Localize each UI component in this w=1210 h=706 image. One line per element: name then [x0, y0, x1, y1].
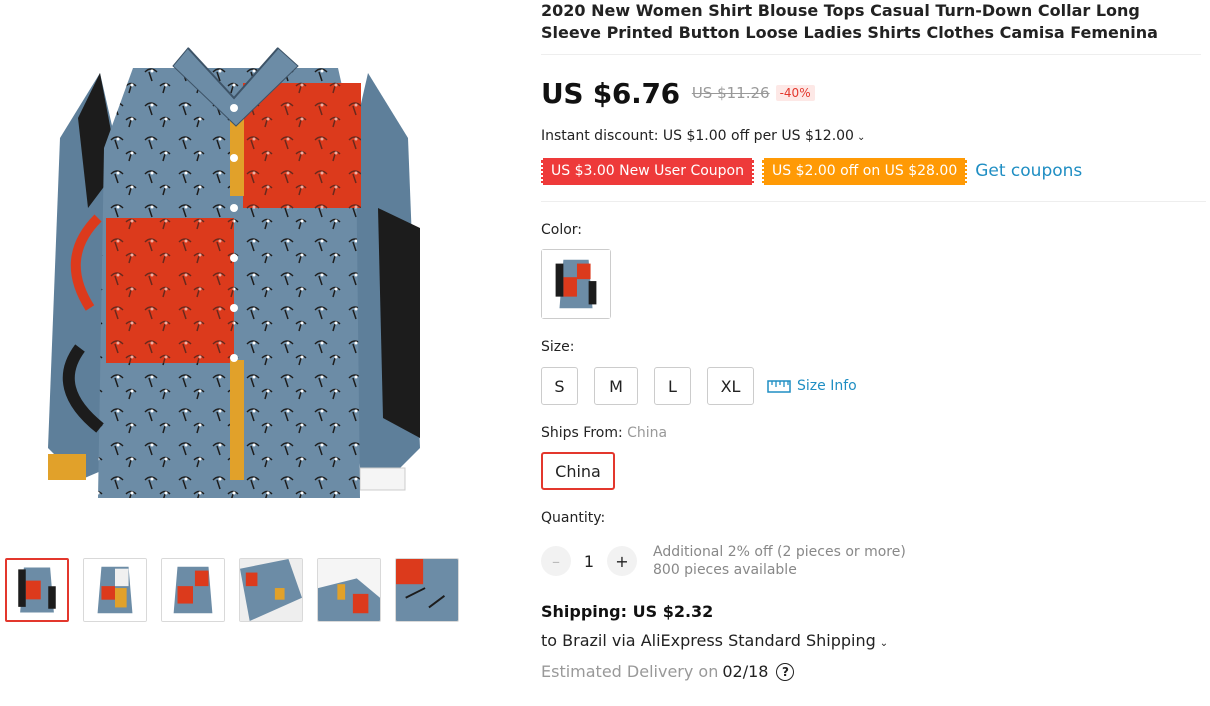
- main-product-image[interactable]: [38, 28, 430, 506]
- instant-discount-text: Instant discount: US $1.00 off per US $1…: [541, 128, 854, 144]
- quantity-value[interactable]: 1: [571, 552, 607, 571]
- current-price: US $6.76: [541, 76, 680, 110]
- get-coupons-link[interactable]: Get coupons: [975, 161, 1082, 181]
- availability-note: 800 pieces available: [653, 562, 797, 578]
- divider: [541, 54, 1201, 55]
- size-info-label: Size Info: [797, 378, 857, 394]
- size-label: Size:: [541, 339, 575, 355]
- size-option-m[interactable]: M: [594, 367, 638, 405]
- thumbnail-1[interactable]: [5, 558, 69, 622]
- delivery-date: 02/18: [722, 662, 769, 681]
- size-info-link[interactable]: Size Info: [767, 378, 857, 394]
- thumbnail-strip: [5, 558, 465, 624]
- thumbnail-2[interactable]: [83, 558, 147, 622]
- estimated-delivery-label: Estimated Delivery on: [541, 662, 719, 681]
- quantity-decrease-button[interactable]: –: [541, 546, 571, 576]
- chevron-down-icon: ⌄: [856, 132, 866, 143]
- new-user-coupon[interactable]: US $3.00 New User Coupon: [541, 157, 754, 185]
- quantity-note: Additional 2% off (2 pieces or more) 800…: [653, 543, 906, 579]
- size-option-s[interactable]: S: [541, 367, 578, 405]
- quantity-label: Quantity:: [541, 510, 606, 526]
- estimated-delivery: Estimated Delivery on 02/18 ?: [541, 662, 795, 681]
- size-option-xl[interactable]: XL: [707, 367, 754, 405]
- thumbnail-3[interactable]: [161, 558, 225, 622]
- quantity-stepper: – 1 + Additional 2% off (2 pieces or mor…: [541, 543, 906, 579]
- quantity-increase-button[interactable]: +: [607, 546, 637, 576]
- discount-badge: -40%: [775, 85, 815, 101]
- thumbnail-4[interactable]: [239, 558, 303, 622]
- bulk-discount-note: Additional 2% off (2 pieces or more): [653, 544, 906, 560]
- original-price: US $11.26: [691, 84, 770, 102]
- size-option-l[interactable]: L: [654, 367, 691, 405]
- ships-from-option-china[interactable]: China: [541, 452, 615, 490]
- help-icon[interactable]: ?: [776, 662, 795, 681]
- price-row: US $6.76 US $11.26 -40%: [541, 73, 815, 113]
- product-info: 2020 New Women Shirt Blouse Tops Casual …: [541, 0, 1206, 706]
- size-options: S M L XL Size Info: [541, 366, 857, 406]
- shipping-method-text: to Brazil via AliExpress Standard Shippi…: [541, 631, 876, 650]
- thumbnail-6[interactable]: [395, 558, 459, 622]
- coupon-row: US $3.00 New User Coupon US $2.00 off on…: [541, 157, 1082, 185]
- chevron-down-icon: ⌄: [879, 638, 889, 649]
- shipping-method[interactable]: to Brazil via AliExpress Standard Shippi…: [541, 631, 888, 650]
- instant-discount[interactable]: Instant discount: US $1.00 off per US $1…: [541, 128, 865, 144]
- product-title: 2020 New Women Shirt Blouse Tops Casual …: [541, 1, 1158, 42]
- thumbnail-5[interactable]: [317, 558, 381, 622]
- color-label: Color:: [541, 222, 583, 238]
- spend-coupon[interactable]: US $2.00 off on US $28.00: [762, 157, 968, 185]
- ships-from-title: Ships From:: [541, 425, 623, 441]
- ruler-icon: [767, 380, 791, 393]
- shipping-cost: Shipping: US $2.32: [541, 602, 714, 621]
- divider: [541, 201, 1206, 202]
- ships-from-label: Ships From: China: [541, 425, 667, 441]
- shirt-image: [48, 47, 420, 498]
- ships-from-selected: China: [627, 425, 668, 441]
- color-swatch[interactable]: [541, 249, 611, 319]
